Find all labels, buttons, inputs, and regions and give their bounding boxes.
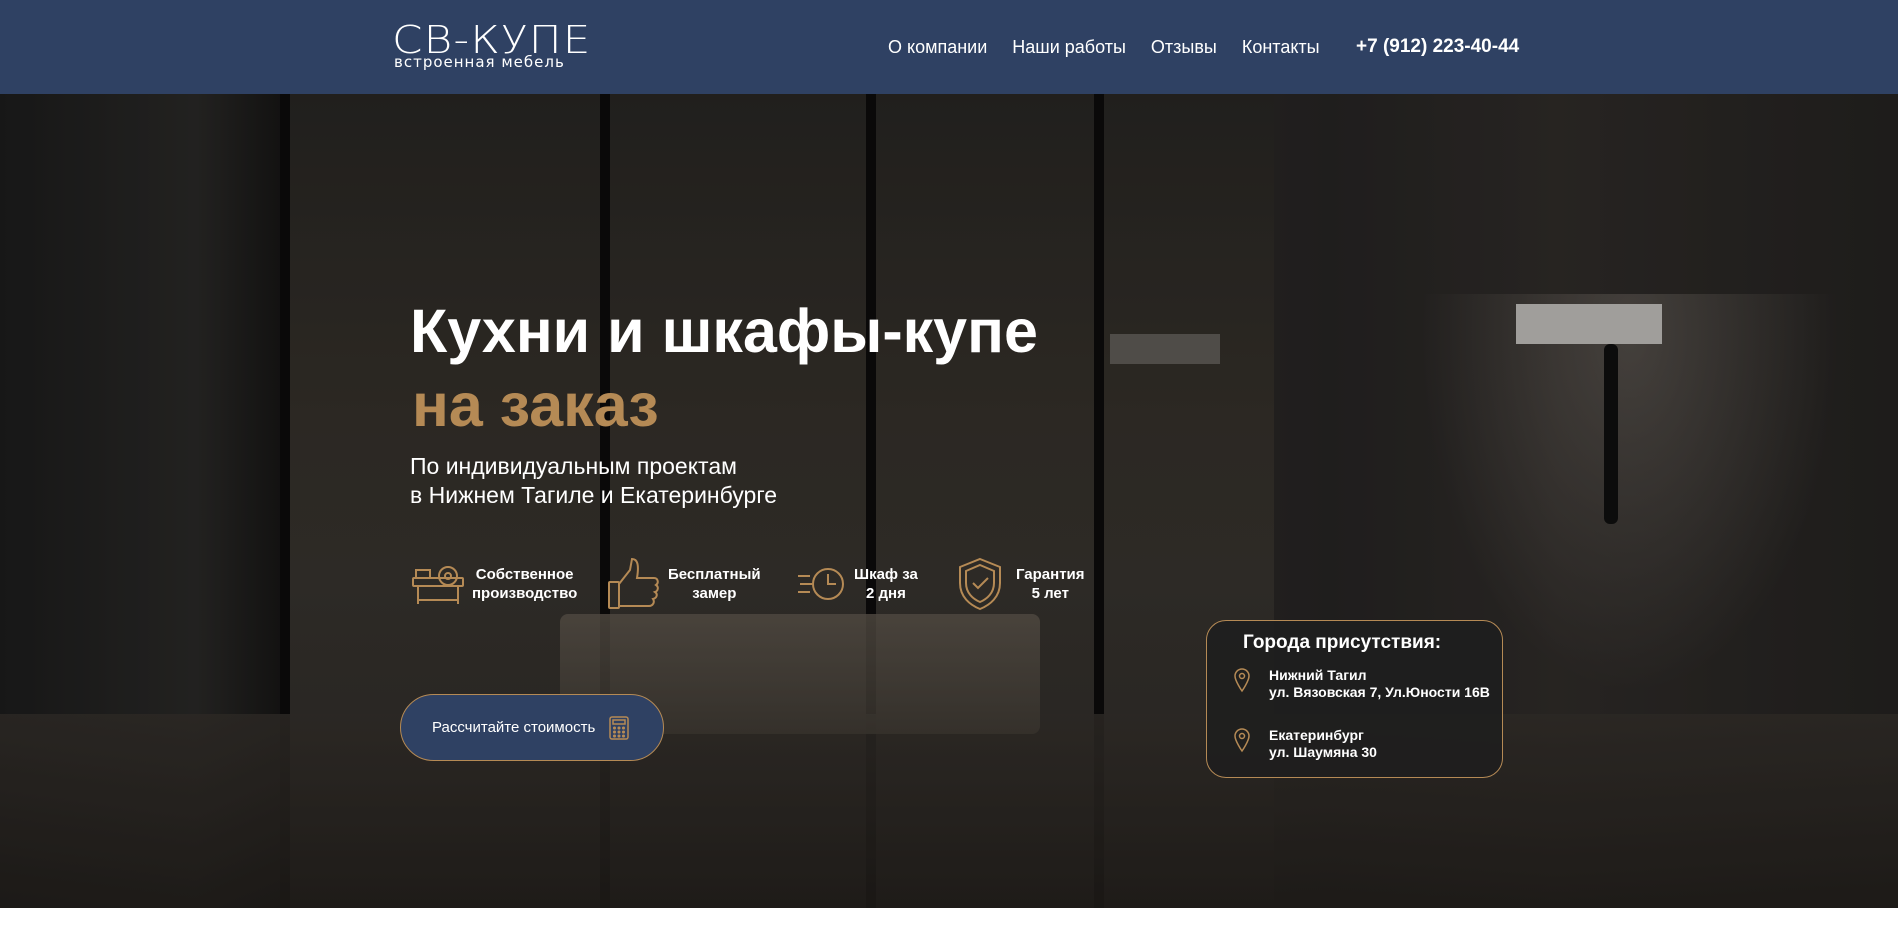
main-nav: О компании Наши работы Отзывы Контакты bbox=[888, 35, 1345, 59]
thumbs-up-icon bbox=[608, 557, 659, 609]
hero-subtitle-line1: По индивидуальным проектам bbox=[410, 453, 737, 479]
map-pin-icon bbox=[1234, 728, 1250, 753]
site-header: СВ-КУПЕ встроенная мебель О компании Наш… bbox=[0, 0, 1898, 94]
cities-title: Города присутствия: bbox=[1243, 632, 1442, 653]
calculate-cost-button[interactable]: Рассчитайте стоимость bbox=[400, 694, 664, 761]
city-address: ул. Шаумяна 30 bbox=[1269, 744, 1377, 760]
feature-warranty: Гарантия 5 лет bbox=[956, 556, 1085, 612]
feature-fast-delivery: Шкаф за 2 дня bbox=[796, 556, 918, 612]
logo-sub-text: встроенная мебель bbox=[394, 53, 565, 71]
calculator-icon bbox=[609, 715, 630, 740]
map-pin-icon bbox=[1234, 668, 1250, 693]
feature-free-measure: Бесплатный замер bbox=[606, 556, 761, 612]
header-phone[interactable]: +7 (912) 223-40-44 bbox=[1356, 35, 1519, 59]
hero-subtitle-line2: в Нижнем Тагиле и Екатеринбурге bbox=[410, 482, 778, 508]
city-name: Нижний Тагил bbox=[1269, 667, 1367, 683]
cities-card: Города присутствия: Нижний Тагил ул. Вяз… bbox=[1206, 620, 1503, 778]
site-logo[interactable]: СВ-КУПЕ встроенная мебель bbox=[392, 20, 602, 72]
city-name: Екатеринбург bbox=[1269, 727, 1364, 743]
saw-machine-icon bbox=[412, 566, 464, 604]
feature-production-label: Собственное производство bbox=[472, 566, 578, 602]
nav-works[interactable]: Наши работы bbox=[1012, 35, 1126, 59]
feature-warranty-label: Гарантия 5 лет bbox=[1016, 566, 1085, 602]
hero-overlay bbox=[0, 94, 1898, 908]
feature-production: Собственное производство bbox=[410, 556, 577, 612]
calculate-cost-label: Рассчитайте стоимость bbox=[432, 719, 596, 736]
hero-subtitle: По индивидуальным проектам в Нижнем Таги… bbox=[410, 452, 777, 510]
nav-about[interactable]: О компании bbox=[888, 35, 987, 59]
nav-reviews[interactable]: Отзывы bbox=[1151, 35, 1217, 59]
shield-check-icon bbox=[959, 557, 1001, 611]
city-address: ул. Вязовская 7, Ул.Юности 16В bbox=[1269, 684, 1490, 700]
hero-title: Кухни и шкафы-купе bbox=[410, 297, 1038, 365]
feature-free-measure-label: Бесплатный замер bbox=[668, 566, 761, 602]
nav-contacts[interactable]: Контакты bbox=[1242, 35, 1320, 59]
hero-section bbox=[0, 94, 1898, 908]
hero-title-accent: на заказ bbox=[412, 371, 659, 439]
fast-clock-icon bbox=[798, 568, 844, 600]
feature-fast-delivery-label: Шкаф за 2 дня bbox=[854, 566, 918, 602]
